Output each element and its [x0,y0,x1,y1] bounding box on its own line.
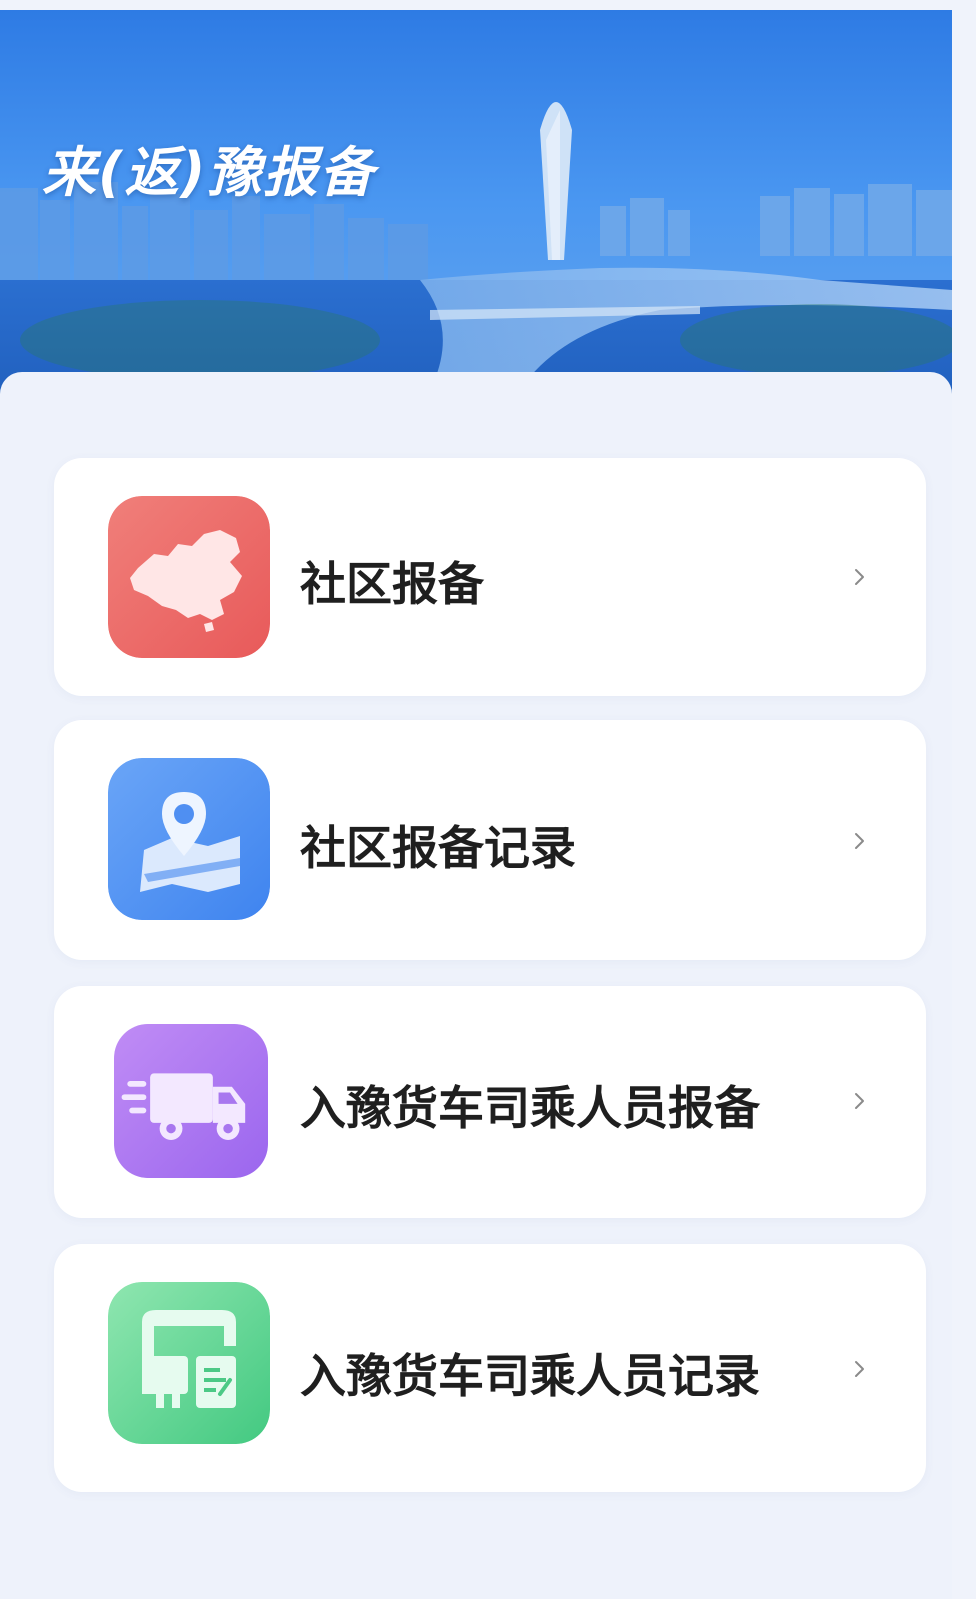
menu-item-label: 入豫货车司乘人员报备 [300,1081,760,1135]
menu-item-truck-driver-records[interactable]: 入豫货车司乘人员记录 [54,1244,926,1492]
menu-panel: 社区报备 社区报备记录 入豫货车司乘人员报备 入豫货车司乘人员记录 [0,372,952,1599]
menu-item-label: 社区报备记录 [300,821,576,875]
menu-item-truck-driver-report[interactable]: 入豫货车司乘人员报备 [54,986,926,1218]
chevron-right-icon [850,826,870,856]
chevron-right-icon [850,1086,870,1116]
chevron-right-icon [850,1354,870,1384]
banner-title: 来(返)豫报备 [42,141,376,204]
china-map-icon [108,496,270,658]
menu-item-community-report[interactable]: 社区报备 [54,458,926,696]
map-pin-icon [108,758,270,920]
menu-item-label: 入豫货车司乘人员记录 [300,1349,760,1403]
truck-icon [114,1024,268,1178]
page: 来(返)豫报备 社区报备 社区报备记录 入豫货车司乘人员报备 入豫货车司乘人员记… [0,0,976,1599]
chevron-right-icon [850,562,870,592]
bus-document-icon [108,1282,270,1444]
menu-item-label: 社区报备 [300,557,484,611]
menu-item-community-report-records[interactable]: 社区报备记录 [54,720,926,960]
